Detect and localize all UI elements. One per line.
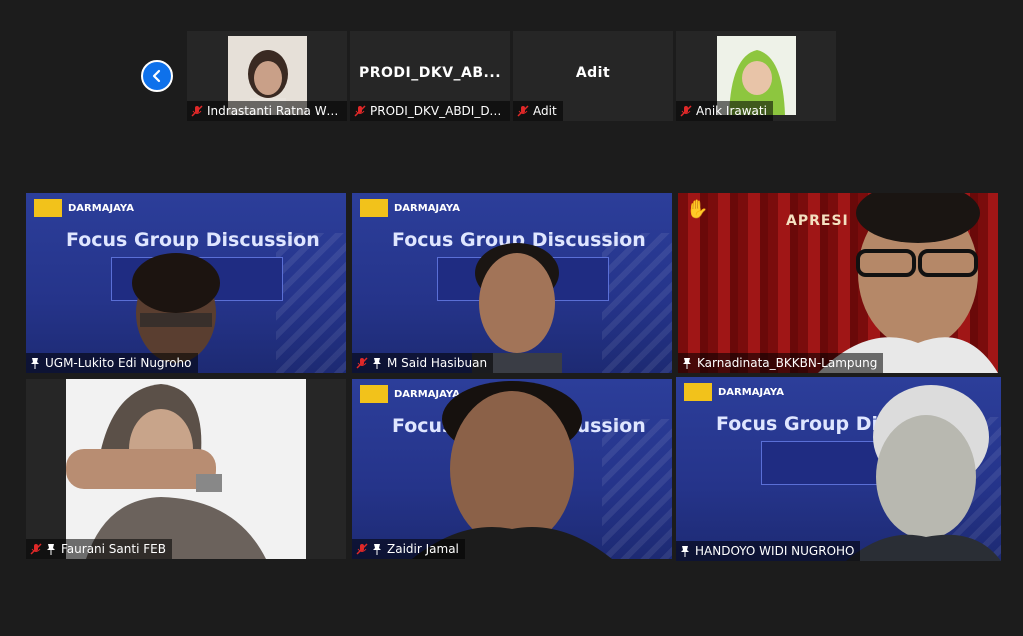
thumbnail-tile[interactable]: Adit Adit (513, 31, 673, 121)
participant-display-name: PRODI_DKV_AB... (358, 65, 502, 81)
thumbnail-tile[interactable]: Indrastanti Ratna Wid... (187, 31, 347, 121)
previous-page-button[interactable] (141, 60, 173, 92)
muted-mic-icon (356, 543, 368, 555)
participant-name-label: UGM-Lukito Edi Nugroho (26, 353, 198, 373)
slide-title: Focus Group Discussion (66, 229, 320, 251)
thumbnail-tile[interactable]: PRODI_DKV_AB... PRODI_DKV_ABDI_DA... (350, 31, 510, 121)
participant-name-label: Anik Irawati (676, 101, 773, 121)
muted-mic-icon (356, 357, 368, 369)
video-tile[interactable]: DARMAJAYA Focus Group Discussion M Said … (352, 193, 672, 373)
muted-mic-icon (517, 105, 529, 117)
muted-mic-icon (191, 105, 203, 117)
participant-name-label: Faurani Santi FEB (26, 539, 172, 559)
participant-name-label: Karnadinata_BKKBN-Lampung (678, 353, 884, 373)
participant-name-label: M Said Hasibuan (352, 353, 494, 373)
thumbnail-tile[interactable]: Anik Irawati (676, 31, 836, 121)
participant-video (472, 243, 562, 373)
pin-icon (373, 358, 381, 369)
pin-icon (683, 358, 691, 369)
participant-video (846, 385, 1001, 561)
video-tile[interactable]: DARMAJAYA Focus Group Discussion UGM-Luk… (26, 193, 346, 373)
participant-name-label: HANDOYO WIDI NUGROHO (676, 541, 861, 561)
pin-icon (681, 546, 689, 557)
participant-video (818, 193, 998, 373)
raised-hand-icon: ✋ (686, 199, 709, 220)
video-tile[interactable]: DARMAJAYA Focus Group Discussion Zaidir … (352, 379, 672, 559)
participant-video (412, 381, 612, 559)
pin-icon (31, 358, 39, 369)
participant-name-label: Adit (513, 101, 563, 121)
muted-mic-icon (354, 105, 366, 117)
participant-video (66, 379, 306, 559)
muted-mic-icon (680, 105, 692, 117)
video-tile[interactable]: Faurani Santi FEB (26, 379, 346, 559)
video-tile[interactable]: APRESI ✋ Karnadinata_BKKBN-Lampung (678, 193, 998, 373)
pin-icon (47, 544, 55, 555)
muted-mic-icon (30, 543, 42, 555)
participant-name-label: PRODI_DKV_ABDI_DA... (350, 101, 510, 121)
video-tile-active-speaker[interactable]: DARMAJAYA Focus Group Discussion HANDOYO… (676, 377, 1001, 561)
participant-name-label: Zaidir Jamal (352, 539, 465, 559)
pin-icon (373, 544, 381, 555)
chevron-left-icon (152, 69, 161, 83)
participant-name-label: Indrastanti Ratna Wid... (187, 101, 347, 121)
participant-display-name: Adit (575, 65, 611, 81)
